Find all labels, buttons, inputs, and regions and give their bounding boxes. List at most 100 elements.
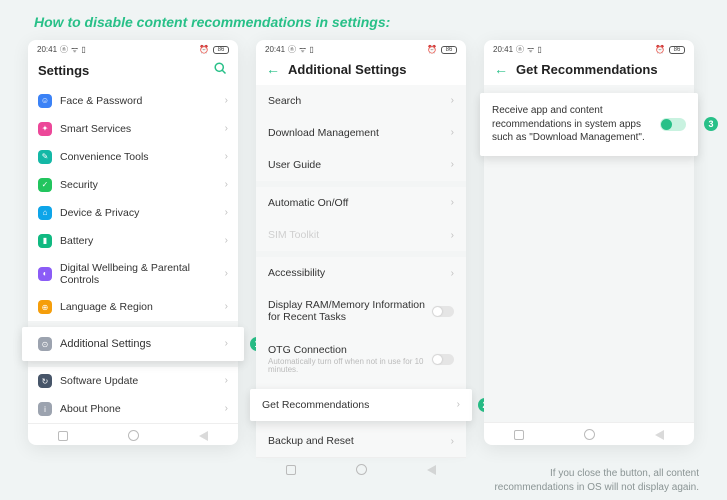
chevron-right-icon: › xyxy=(225,207,228,219)
phone-additional-settings: 20:41 ⓝ ᯤ ▯ ⏰ 86 ← Additional Settings S… xyxy=(256,40,466,445)
nav-recent-icon[interactable] xyxy=(58,431,68,441)
chevron-right-icon: › xyxy=(225,235,228,247)
toggle[interactable] xyxy=(432,354,454,365)
settings-item-additional-settings[interactable]: ⊙Additional Settings›1 xyxy=(22,327,244,361)
page-title: Get Recommendations xyxy=(516,62,658,77)
item-subtext: Automatically turn off when not in use f… xyxy=(268,358,432,376)
nav-home-icon[interactable] xyxy=(128,430,139,441)
search-icon[interactable] xyxy=(213,61,228,79)
settings-item-label: Digital Wellbeing & Parental Controls xyxy=(60,262,219,286)
toggle[interactable] xyxy=(432,306,454,317)
nav-recent-icon[interactable] xyxy=(286,465,296,475)
settings-item-icon: ▮ xyxy=(38,234,52,248)
recommendation-toggle[interactable] xyxy=(660,118,686,131)
settings-item[interactable]: ⊕Language & Region› xyxy=(28,293,238,321)
chevron-right-icon: › xyxy=(225,95,228,107)
status-bar: 20:41 ⓝ ᯤ ▯ ⏰ 86 xyxy=(256,40,466,57)
settings-item-get-recommendations[interactable]: Get Recommendations›2 xyxy=(250,389,472,421)
wifi-icon: ᯤ xyxy=(71,44,78,55)
status-time: 20:41 xyxy=(265,45,285,54)
settings-item-label: Convenience Tools xyxy=(60,151,219,163)
nav-home-icon[interactable] xyxy=(356,464,367,475)
additional-settings-item-label: Display RAM/Memory Information for Recen… xyxy=(268,299,432,323)
signal-icon: ▯ xyxy=(81,45,85,54)
chevron-right-icon: › xyxy=(225,338,228,350)
nav-back-icon[interactable] xyxy=(427,465,436,475)
settings-item-icon: ☺ xyxy=(38,94,52,108)
settings-item[interactable]: ☺Face & Password› xyxy=(28,87,238,115)
settings-item-icon: ⌂ xyxy=(38,206,52,220)
settings-item-icon: ✦ xyxy=(38,122,52,136)
settings-item-icon: ✎ xyxy=(38,150,52,164)
recommendation-toggle-label: Receive app and content recommendations … xyxy=(492,104,650,145)
status-time: 20:41 xyxy=(37,45,57,54)
chevron-right-icon: › xyxy=(451,95,454,107)
alarm-icon: ⏰ xyxy=(427,45,437,54)
nav-recent-icon[interactable] xyxy=(514,430,524,440)
additional-settings-item[interactable]: Backup and Reset › xyxy=(256,425,466,457)
settings-item[interactable]: ↻Software Update› xyxy=(28,367,238,395)
chevron-right-icon: › xyxy=(225,301,228,313)
wifi-icon: ᯤ xyxy=(527,44,534,55)
settings-item[interactable]: ▮Battery› xyxy=(28,227,238,255)
chevron-right-icon: › xyxy=(225,268,228,280)
additional-settings-item[interactable]: Automatic On/Off› xyxy=(256,187,466,219)
additional-settings-item[interactable]: OTG ConnectionAutomatically turn off whe… xyxy=(256,334,466,386)
page-title: Additional Settings xyxy=(288,62,406,77)
settings-item[interactable]: ◐ Digital Wellbeing & Parental Controls › xyxy=(28,255,238,293)
header: ← Additional Settings xyxy=(256,57,466,85)
chevron-right-icon: › xyxy=(451,159,454,171)
nav-bar xyxy=(28,423,238,446)
additional-settings-item-label: Search xyxy=(268,95,445,107)
phone-settings: 20:41 ⓝ ᯤ ▯ ⏰ 86 Settings ☺Face & Passwo… xyxy=(28,40,238,445)
nav-bar xyxy=(484,422,694,445)
header: Settings xyxy=(28,57,238,87)
additional-settings-item-label: OTG ConnectionAutomatically turn off whe… xyxy=(268,344,432,376)
settings-item-label: About Phone xyxy=(60,403,219,415)
alarm-icon: ⏰ xyxy=(655,45,665,54)
additional-settings-item[interactable]: Search › xyxy=(256,85,466,117)
settings-item[interactable]: ✓Security› xyxy=(28,171,238,199)
settings-item-icon: ◐ xyxy=(38,267,52,281)
additional-settings-item-label: Backup and Reset xyxy=(268,435,445,447)
additional-settings-item-label: User Guide xyxy=(268,159,445,171)
settings-item[interactable]: ✦Smart Services› xyxy=(28,115,238,143)
header: ← Get Recommendations xyxy=(484,57,694,85)
settings-item-icon: ✓ xyxy=(38,178,52,192)
settings-item-label: Get Recommendations xyxy=(262,399,451,411)
additional-settings-item[interactable]: Display RAM/Memory Information for Recen… xyxy=(256,289,466,333)
additional-settings-item[interactable]: Download Management› xyxy=(256,117,466,149)
settings-item[interactable]: iAbout Phone› xyxy=(28,395,238,423)
chevron-right-icon: › xyxy=(225,151,228,163)
additional-settings-list: Search › Download Management› User Guide › Au… xyxy=(256,85,466,457)
phone-row: 20:41 ⓝ ᯤ ▯ ⏰ 86 Settings ☺Face & Passwo… xyxy=(0,40,727,445)
chevron-right-icon: › xyxy=(457,399,460,411)
additional-settings-item[interactable]: User Guide › xyxy=(256,149,466,181)
additional-settings-item-label: Automatic On/Off xyxy=(268,197,445,209)
back-icon[interactable]: ← xyxy=(266,61,280,77)
settings-item-icon: i xyxy=(38,402,52,416)
status-bar: 20:41 ⓝ ᯤ ▯ ⏰ 86 xyxy=(28,40,238,57)
settings-item[interactable]: ⌂ Device & Privacy › xyxy=(28,199,238,227)
nav-back-icon[interactable] xyxy=(655,430,664,440)
step-badge-3: 3 xyxy=(704,117,718,131)
additional-settings-item[interactable]: Accessibility› xyxy=(256,257,466,289)
battery-icon: 86 xyxy=(441,46,457,54)
chevron-right-icon: › xyxy=(451,436,454,448)
battery-icon: 86 xyxy=(669,46,685,54)
nav-bar xyxy=(256,457,466,480)
nfc-icon: ⓝ xyxy=(516,44,524,55)
status-time: 20:41 xyxy=(493,45,513,54)
additional-settings-item[interactable]: SIM Toolkit › xyxy=(256,219,466,251)
nav-home-icon[interactable] xyxy=(584,429,595,440)
chevron-right-icon: › xyxy=(451,268,454,280)
chevron-right-icon: › xyxy=(451,230,454,242)
back-icon[interactable]: ← xyxy=(494,61,508,77)
nav-back-icon[interactable] xyxy=(199,431,208,441)
footer-note: If you close the button, all content rec… xyxy=(494,467,699,494)
settings-item-label: Device & Privacy xyxy=(60,207,219,219)
settings-item[interactable]: ✎ Convenience Tools › xyxy=(28,143,238,171)
additional-settings-item-label: SIM Toolkit xyxy=(268,229,445,241)
wifi-icon: ᯤ xyxy=(299,44,306,55)
phone-get-recommendations: 20:41 ⓝ ᯤ ▯ ⏰ 86 ← Get Recommendations R… xyxy=(484,40,694,445)
